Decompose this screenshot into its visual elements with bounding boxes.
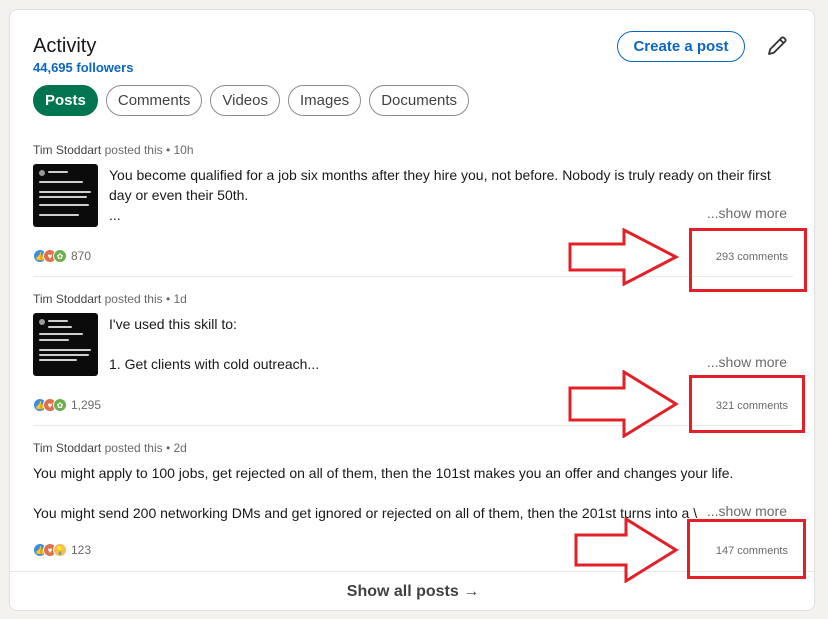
support-reaction-icon: ✿ bbox=[53, 249, 67, 263]
post-text-line: You become qualified for a job six month… bbox=[109, 167, 771, 183]
reactions-count: 870 bbox=[71, 249, 92, 263]
post-author[interactable]: Tim Stoddart bbox=[33, 143, 101, 157]
reactions-summary[interactable]: 👍 ♥ ✿ 870 bbox=[33, 249, 91, 263]
red-highlight-box bbox=[689, 228, 807, 292]
tab-documents[interactable]: Documents bbox=[369, 85, 470, 116]
insightful-reaction-icon: 💡 bbox=[53, 543, 67, 557]
post-text-line: 1. Get clients with cold outreach... bbox=[109, 356, 320, 372]
post-text-line: I've used this skill to: bbox=[109, 316, 237, 332]
post-author[interactable]: Tim Stoddart bbox=[33, 441, 101, 455]
red-arrow-annotation bbox=[574, 517, 679, 583]
post-time: posted this • 2d bbox=[104, 441, 187, 455]
red-arrow-annotation bbox=[568, 370, 679, 438]
post-text-line: You might apply to 100 jobs, get rejecte… bbox=[33, 465, 734, 481]
support-reaction-icon: ✿ bbox=[53, 398, 67, 412]
section-title: Activity bbox=[33, 35, 97, 57]
filter-tabs: Posts Comments Videos Images Documents bbox=[33, 85, 470, 116]
post-time: posted this • 10h bbox=[104, 143, 194, 157]
tab-videos[interactable]: Videos bbox=[210, 85, 280, 116]
tab-comments[interactable]: Comments bbox=[105, 85, 203, 116]
red-highlight-box bbox=[687, 519, 806, 579]
show-more-link[interactable]: ...show more bbox=[707, 205, 787, 221]
post-thumbnail[interactable] bbox=[33, 313, 98, 376]
show-more-link[interactable]: ...show more bbox=[707, 503, 787, 519]
show-more-link[interactable]: ...show more bbox=[707, 354, 787, 370]
post-meta: Tim Stoddart posted this • 1d bbox=[33, 292, 187, 306]
post-meta: Tim Stoddart posted this • 2d bbox=[33, 441, 187, 455]
edit-pencil-icon[interactable] bbox=[765, 34, 789, 58]
post-text-line: ... bbox=[109, 207, 121, 223]
reactions-count: 123 bbox=[71, 543, 92, 557]
reactions-summary[interactable]: 👍 ♥ ✿ 1,295 bbox=[33, 398, 101, 412]
tab-images[interactable]: Images bbox=[287, 85, 362, 116]
post-text-line: day or even their 50th. bbox=[109, 187, 249, 203]
post-time: posted this • 1d bbox=[104, 292, 187, 306]
post-meta: Tim Stoddart posted this • 10h bbox=[33, 143, 194, 157]
create-post-button[interactable]: Create a post bbox=[617, 31, 745, 62]
red-arrow-annotation bbox=[568, 228, 680, 286]
post-author[interactable]: Tim Stoddart bbox=[33, 292, 101, 306]
red-highlight-box bbox=[689, 375, 805, 433]
tab-posts[interactable]: Posts bbox=[33, 85, 98, 116]
post-thumbnail[interactable] bbox=[33, 164, 98, 227]
reactions-count: 1,295 bbox=[71, 398, 102, 412]
reactions-summary[interactable]: 👍 ♥ 💡 123 bbox=[33, 543, 91, 557]
followers-link[interactable]: 44,695 followers bbox=[33, 60, 133, 75]
